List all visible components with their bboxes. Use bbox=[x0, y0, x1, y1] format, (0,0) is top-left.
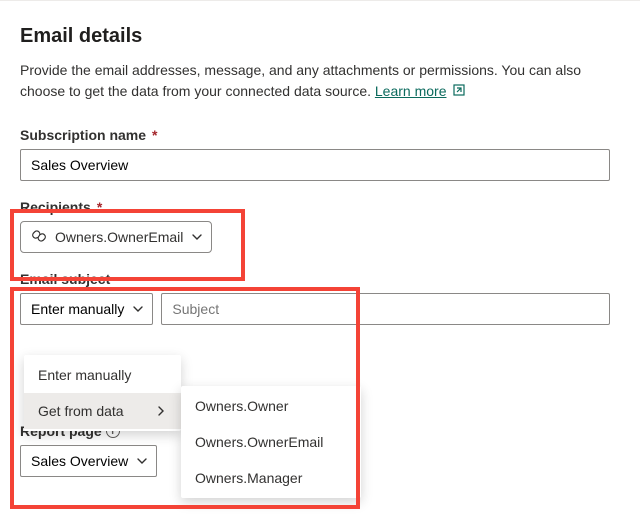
email-subject-source-dropdown[interactable]: Enter manually bbox=[20, 293, 153, 325]
required-indicator: * bbox=[152, 127, 157, 143]
data-field-submenu: Owners.Owner Owners.OwnerEmail Owners.Ma… bbox=[181, 386, 361, 498]
page-description: Provide the email addresses, message, an… bbox=[20, 60, 620, 103]
submenu-item-owners-owner[interactable]: Owners.Owner bbox=[181, 388, 361, 424]
report-page-selected: Sales Overview bbox=[31, 453, 128, 469]
subscription-name-label: Subscription name* bbox=[20, 127, 620, 143]
subject-source-menu: Enter manually Get from data bbox=[24, 355, 181, 431]
email-subject-input[interactable] bbox=[161, 293, 610, 325]
menu-item-enter-manually[interactable]: Enter manually bbox=[24, 357, 181, 393]
page-title: Email details bbox=[20, 25, 620, 48]
subscription-name-input[interactable] bbox=[20, 149, 610, 181]
description-text: Provide the email addresses, message, an… bbox=[20, 62, 581, 99]
link-icon bbox=[31, 228, 47, 247]
chevron-down-icon bbox=[191, 231, 203, 243]
report-page-dropdown[interactable]: Sales Overview bbox=[20, 445, 157, 477]
email-subject-source-selected: Enter manually bbox=[31, 301, 124, 317]
email-subject-label: Email subject bbox=[20, 271, 620, 287]
chevron-down-icon bbox=[136, 455, 148, 467]
chevron-down-icon bbox=[132, 303, 144, 315]
chevron-right-icon bbox=[155, 405, 167, 417]
learn-more-link[interactable]: Learn more bbox=[375, 83, 447, 99]
recipients-chip[interactable]: Owners.OwnerEmail bbox=[20, 221, 212, 253]
menu-item-get-from-data[interactable]: Get from data bbox=[24, 393, 181, 429]
recipients-chip-label: Owners.OwnerEmail bbox=[55, 229, 183, 245]
external-link-icon bbox=[452, 82, 466, 103]
submenu-item-owners-owneremail[interactable]: Owners.OwnerEmail bbox=[181, 424, 361, 460]
recipients-label: Recipients* bbox=[20, 199, 620, 215]
submenu-item-owners-manager[interactable]: Owners.Manager bbox=[181, 460, 361, 496]
required-indicator: * bbox=[97, 199, 102, 215]
